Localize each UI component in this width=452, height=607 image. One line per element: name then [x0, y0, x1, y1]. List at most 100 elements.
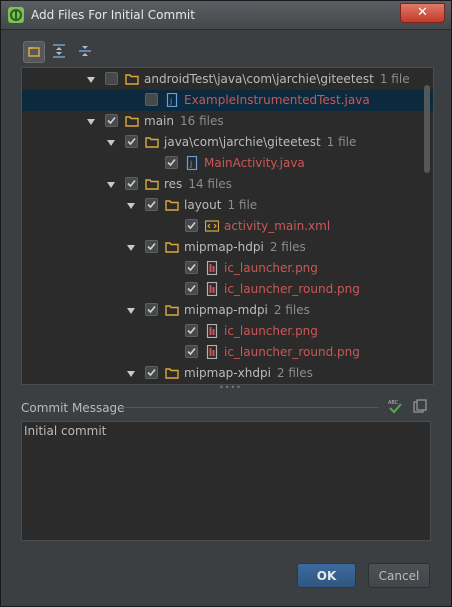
spellcheck-icon[interactable]: ABC	[387, 398, 403, 414]
tree-item-label: ExampleInstrumentedTest.java	[184, 93, 370, 107]
image-file-icon	[205, 281, 219, 297]
svg-text:ABC: ABC	[388, 400, 399, 406]
item-name: res	[164, 177, 183, 191]
include-checkbox[interactable]	[145, 366, 158, 379]
file-count: 1 file	[227, 198, 258, 212]
file-count: 2 files	[269, 240, 306, 254]
file-count: 16 files	[179, 114, 224, 128]
item-name: ic_launcher.png	[224, 261, 318, 275]
folder-icon	[165, 303, 179, 317]
image-file-icon	[205, 344, 219, 360]
svg-text:j: j	[189, 160, 192, 169]
java-file-icon: j	[185, 155, 199, 171]
include-checkbox[interactable]	[145, 240, 158, 253]
dialog-window: Add Files For Initial Commit ✕ androidTe…	[0, 0, 452, 607]
include-checkbox[interactable]	[105, 72, 118, 85]
file-count: 1 file	[379, 72, 410, 86]
item-name: ic_launcher_round.png	[224, 345, 360, 359]
item-name: ic_launcher.png	[224, 324, 318, 338]
item-name: mipmap-xhdpi	[184, 366, 271, 380]
collapse-all-icon[interactable]	[75, 41, 95, 61]
tree-folder-row[interactable]: layout 1 file	[22, 195, 433, 216]
tree-item-label: activity_main.xml	[224, 219, 330, 233]
tree-folder-row[interactable]: mipmap-xhdpi 2 files	[22, 363, 433, 384]
item-name: ic_launcher_round.png	[224, 282, 360, 296]
splitter-handle[interactable]: ••••	[219, 384, 241, 392]
expand-arrow-icon[interactable]	[126, 305, 136, 315]
tree-file-row[interactable]: activity_main.xml	[22, 216, 433, 237]
tree-file-row[interactable]: ic_launcher_round.png	[22, 279, 433, 300]
folder-icon	[165, 366, 179, 380]
tree-file-row[interactable]: j ExampleInstrumentedTest.java	[22, 90, 433, 111]
include-checkbox[interactable]	[145, 198, 158, 211]
include-checkbox[interactable]	[165, 156, 178, 169]
tree-item-label: layout 1 file	[184, 198, 257, 212]
file-count: 2 files	[276, 366, 313, 380]
tree-item-label: ic_launcher_round.png	[224, 282, 360, 296]
android-studio-icon	[8, 7, 24, 23]
include-checkbox[interactable]	[185, 219, 198, 232]
file-count: 1 file	[326, 135, 357, 149]
include-checkbox[interactable]	[185, 282, 198, 295]
expand-arrow-icon[interactable]	[86, 116, 96, 126]
folder-icon	[165, 198, 179, 212]
commit-message-input[interactable]: Initial commit	[21, 421, 431, 541]
include-checkbox[interactable]	[125, 135, 138, 148]
item-name: java\com\jarchie\giteetest	[164, 135, 321, 149]
folder-icon	[165, 240, 179, 254]
include-checkbox[interactable]	[185, 324, 198, 337]
expand-arrow-icon[interactable]	[126, 368, 136, 378]
expand-arrow-icon[interactable]	[126, 242, 136, 252]
tree-file-row[interactable]: ic_launcher.png	[22, 321, 433, 342]
include-checkbox[interactable]	[125, 177, 138, 190]
tree-folder-row[interactable]: main 16 files	[22, 111, 433, 132]
xml-file-icon	[204, 219, 220, 233]
include-checkbox[interactable]	[145, 93, 158, 106]
expand-arrow-icon[interactable]	[106, 137, 116, 147]
include-checkbox[interactable]	[185, 261, 198, 274]
ok-button[interactable]: OK	[297, 563, 356, 588]
window-title: Add Files For Initial Commit	[31, 8, 195, 22]
file-count: 2 files	[273, 303, 310, 317]
close-button[interactable]: ✕	[400, 3, 445, 23]
section-divider	[119, 407, 379, 408]
tree-folder-row[interactable]: androidTest\java\com\jarchie\giteetest 1 …	[22, 69, 433, 90]
changes-tree[interactable]: androidTest\java\com\jarchie\giteetest 1 …	[21, 67, 434, 385]
expand-arrow-icon[interactable]	[106, 179, 116, 189]
tree-item-label: ic_launcher_round.png	[224, 345, 360, 359]
tree-item-label: ic_launcher.png	[224, 324, 318, 338]
item-name: MainActivity.java	[204, 156, 305, 170]
tree-item-label: res 14 files	[164, 177, 232, 191]
folder-icon	[125, 72, 139, 86]
tree-folder-row[interactable]: res 14 files	[22, 174, 433, 195]
expand-arrow-icon[interactable]	[86, 74, 96, 84]
tree-item-label: main 16 files	[144, 114, 224, 128]
tree-scrollbar[interactable]	[424, 85, 430, 173]
tree-item-label: mipmap-mdpi 2 files	[184, 303, 310, 317]
item-name: layout	[184, 198, 222, 212]
tree-item-label: mipmap-xhdpi 2 files	[184, 366, 313, 380]
group-by-directory-icon[interactable]	[23, 41, 45, 63]
include-checkbox[interactable]	[105, 114, 118, 127]
include-checkbox[interactable]	[185, 345, 198, 358]
tree-file-row[interactable]: ic_launcher_round.png	[22, 342, 433, 363]
tree-folder-row[interactable]: java\com\jarchie\giteetest 1 file	[22, 132, 433, 153]
image-file-icon	[205, 323, 219, 339]
tree-file-row[interactable]: ic_launcher.png	[22, 258, 433, 279]
svg-text:j: j	[169, 97, 172, 106]
tree-item-label: ic_launcher.png	[224, 261, 318, 275]
folder-icon	[145, 135, 159, 149]
tree-item-label: MainActivity.java	[204, 156, 305, 170]
tree-file-row[interactable]: j MainActivity.java	[22, 153, 433, 174]
expand-all-icon[interactable]	[49, 41, 69, 61]
tree-item-label: java\com\jarchie\giteetest 1 file	[164, 135, 356, 149]
commit-history-icon[interactable]	[413, 399, 427, 413]
expand-arrow-icon[interactable]	[126, 200, 136, 210]
tree-folder-row[interactable]: mipmap-hdpi 2 files	[22, 237, 433, 258]
tree-folder-row[interactable]: mipmap-mdpi 2 files	[22, 300, 433, 321]
file-count: 14 files	[188, 177, 232, 191]
tree-item-label: mipmap-hdpi 2 files	[184, 240, 306, 254]
cancel-button[interactable]: Cancel	[368, 563, 430, 588]
include-checkbox[interactable]	[145, 303, 158, 316]
folder-icon	[145, 177, 159, 191]
